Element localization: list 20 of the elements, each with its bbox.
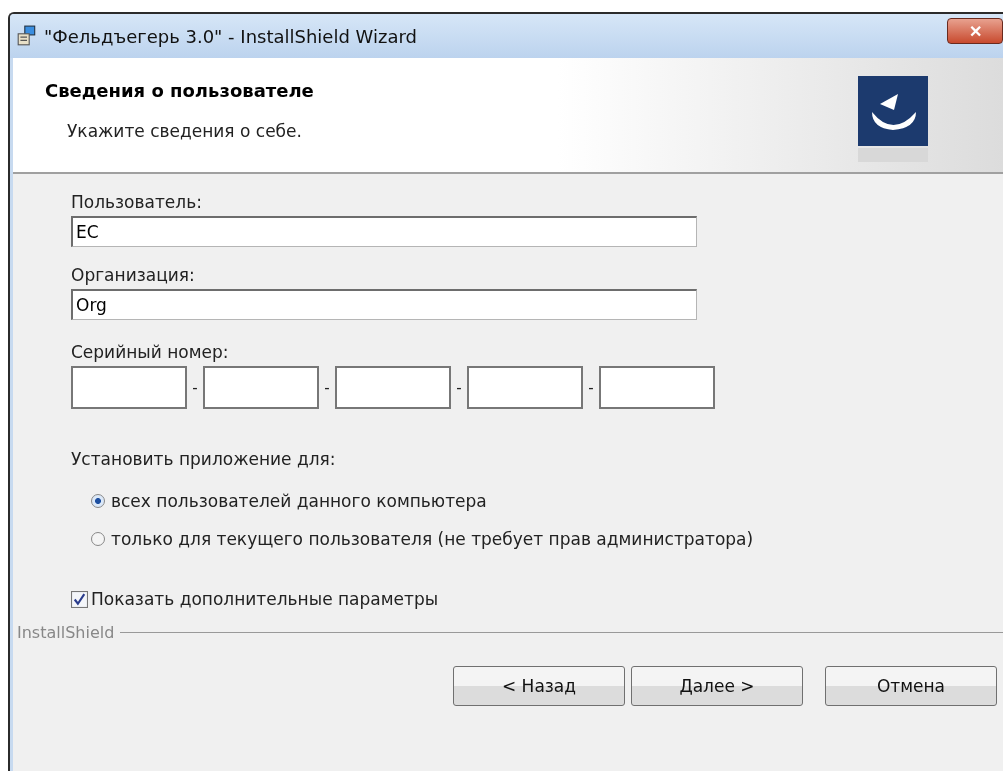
wizard-button[interactable]: Отмена <box>825 666 997 706</box>
group-label: Установить приложение для: <box>71 449 336 469</box>
radio-option[interactable]: только для текущего пользователя (не требует прав администратора) <box>91 529 754 549</box>
page-heading: Сведения о пользователе <box>45 80 314 101</box>
serial-separator: - <box>455 378 463 397</box>
user-field[interactable]: EC <box>71 216 697 247</box>
organization-field[interactable]: Org <box>71 289 697 320</box>
radio-option[interactable]: всех пользователей данного компьютера <box>91 491 487 511</box>
field-label: Серийный номер: <box>71 342 229 362</box>
window-title: "Фельдъегерь 3.0" - InstallShield Wizard <box>44 25 418 47</box>
field-label: Организация: <box>71 265 195 285</box>
field-label: Пользователь: <box>71 192 202 212</box>
brand-label: InstallShield <box>17 623 115 642</box>
wizard-button[interactable]: Далее > <box>631 666 803 706</box>
checkbox-option[interactable]: Показать дополнительные параметры <box>71 589 439 609</box>
serial-separator: - <box>191 378 199 397</box>
page-subtitle: Укажите сведения о себе. <box>66 121 303 141</box>
serial-separator: - <box>587 378 595 397</box>
wizard-button[interactable]: < Назад <box>453 666 625 706</box>
serial-separator: - <box>323 378 331 397</box>
